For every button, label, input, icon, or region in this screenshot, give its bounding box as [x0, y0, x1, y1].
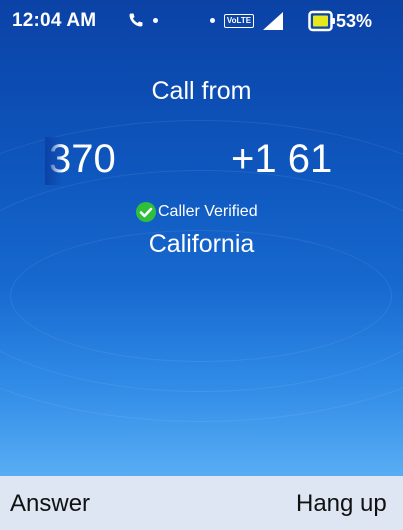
status-time: 12:04 AM [12, 10, 97, 31]
battery-percent: 53% [336, 11, 373, 31]
notification-dot [210, 18, 215, 23]
hang-up-button[interactable]: Hang up [296, 490, 387, 518]
caller-number-main: +1 61 [231, 137, 333, 181]
call-icon [129, 13, 143, 27]
caller-verified-label: Caller Verified [158, 203, 258, 220]
softkey-bar: Answer Hang up [0, 476, 403, 530]
call-title: Call from [151, 77, 252, 105]
incoming-call-screen: 12:04 AM VoLTE 53% Call from 370 +1 61 C… [0, 0, 403, 476]
answer-button[interactable]: Answer [10, 490, 90, 518]
status-bar: 12:04 AM VoLTE 53% [0, 0, 403, 40]
check-circle-icon [136, 202, 156, 222]
caller-location: California [148, 230, 255, 258]
volte-icon: VoLTE [224, 14, 254, 28]
caller-number-scrolling-fragment: 370 [45, 137, 116, 185]
notification-dot [153, 18, 158, 23]
caller-number: 370 +1 61 [0, 133, 403, 185]
battery-icon [308, 10, 335, 32]
caller-verified-badge: Caller Verified [135, 200, 258, 224]
signal-icon [263, 12, 283, 30]
